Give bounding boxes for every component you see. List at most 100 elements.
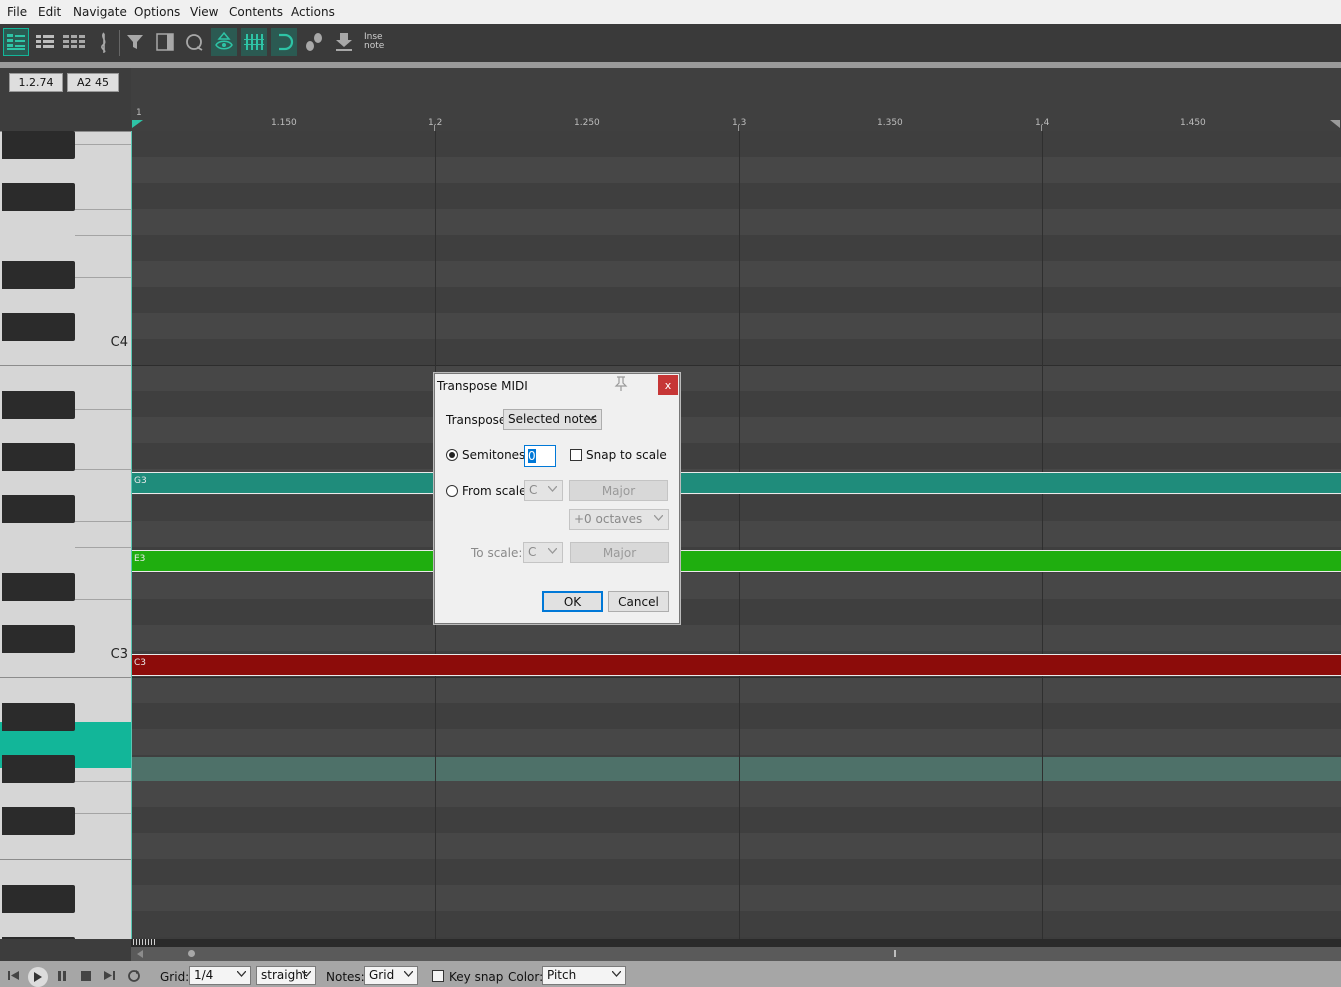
transpose-target-select[interactable]: Selected notes [503, 409, 602, 430]
black-key[interactable] [2, 261, 75, 289]
chevron-down-icon [548, 548, 557, 554]
repeat-icon[interactable] [127, 969, 141, 983]
piano-roll-grid[interactable]: G3 E3 C3 [131, 131, 1341, 939]
scroll-position-marker [894, 950, 896, 957]
black-key[interactable] [2, 131, 75, 159]
pin-icon[interactable] [614, 376, 628, 392]
stop-icon[interactable] [81, 971, 91, 981]
insert-note-label[interactable]: Inse note [364, 33, 384, 51]
grid-division-select[interactable]: 1/4 [189, 966, 251, 985]
snap-icon[interactable] [271, 28, 297, 56]
menu-contents[interactable]: Contents [229, 5, 283, 19]
menu-options[interactable]: Options [134, 5, 180, 19]
snap-to-scale-label[interactable]: Snap to scale [586, 448, 667, 462]
time-position-display[interactable]: 1.2.74 [9, 73, 63, 92]
horizontal-scrollbar[interactable] [131, 947, 1341, 961]
pitch-lane [132, 183, 1341, 209]
black-key[interactable] [2, 443, 75, 471]
piano-keyboard[interactable]: C4 C3 [0, 131, 131, 939]
key-divider [75, 209, 131, 210]
step-input-icon[interactable] [301, 28, 327, 56]
pause-icon[interactable] [57, 971, 67, 981]
snap-to-scale-checkbox[interactable] [570, 449, 582, 461]
resize-grip-icon[interactable] [133, 939, 155, 945]
menu-actions[interactable]: Actions [291, 5, 335, 19]
semitones-radio[interactable] [446, 449, 458, 461]
black-key[interactable] [2, 625, 75, 653]
close-button[interactable]: x [658, 375, 678, 395]
play-button[interactable] [28, 967, 48, 987]
notation-view-icon[interactable] [91, 28, 117, 56]
skip-to-start-icon[interactable] [8, 970, 20, 981]
key-snap-checkbox[interactable] [432, 970, 444, 982]
insert-note-icon[interactable] [331, 28, 357, 56]
pitch-lane [132, 209, 1341, 235]
grid-icon[interactable] [241, 28, 267, 56]
event-list-view-icon[interactable] [61, 28, 87, 56]
grid-type-select[interactable]: straight [256, 966, 316, 985]
midi-note-g3[interactable]: G3 [132, 472, 1341, 494]
midi-note-e3[interactable]: E3 [132, 550, 1341, 572]
menu-edit[interactable]: Edit [38, 5, 61, 19]
chase-events-icon[interactable] [211, 28, 237, 56]
pitch-lane [132, 599, 1341, 625]
note-color-select[interactable]: Pitch [542, 966, 626, 985]
to-key-select[interactable]: C [523, 542, 563, 563]
bottom-toolbar: Grid: 1/4 straight Notes: Grid Key snap … [0, 961, 1341, 987]
semitones-label[interactable]: Semitones: [462, 448, 529, 462]
menu-view[interactable]: View [190, 5, 218, 19]
black-key[interactable] [2, 391, 75, 419]
from-key-select[interactable]: C [524, 480, 563, 501]
grid-label: Grid: [160, 970, 190, 984]
timeline-ruler[interactable]: 1 1.150 1.2 1.250 1.3 1.350 1.4 1.450 [131, 68, 1341, 132]
octave-divider [132, 365, 1341, 366]
to-mode-button[interactable]: Major [570, 542, 669, 563]
from-mode-button[interactable]: Major [569, 480, 668, 501]
chevron-down-icon [404, 971, 413, 977]
pitch-lane [132, 859, 1341, 885]
black-key[interactable] [2, 573, 75, 601]
key-snap-label[interactable]: Key snap [449, 970, 503, 984]
octave-divider [0, 859, 131, 860]
pitch-lane [132, 833, 1341, 859]
cc-lane-divider[interactable] [131, 939, 1341, 947]
semitones-input[interactable]: 0 [524, 445, 556, 467]
scroll-thumb-icon[interactable] [187, 949, 196, 958]
note-label: C3 [134, 658, 147, 668]
scroll-left-icon[interactable] [136, 950, 144, 958]
loop-start-marker-icon[interactable] [132, 120, 144, 129]
black-key[interactable] [2, 755, 75, 783]
notes-snap-select[interactable]: Grid [364, 966, 418, 985]
cancel-button[interactable]: Cancel [608, 591, 669, 612]
black-key[interactable] [2, 703, 75, 731]
track-list-icon[interactable] [152, 28, 178, 56]
ruler-label: 1.150 [271, 118, 297, 128]
black-key[interactable] [2, 495, 75, 523]
octaves-select[interactable]: +0 octaves [569, 509, 669, 530]
from-scale-label[interactable]: From scale: [462, 484, 531, 498]
skip-to-end-icon[interactable] [104, 970, 116, 981]
piano-roll-view-icon[interactable] [3, 28, 29, 56]
filter-icon[interactable] [122, 28, 148, 56]
ruler-label: 1.250 [574, 118, 600, 128]
midi-note-c3[interactable]: C3 [132, 654, 1341, 676]
key-label-c4: C4 [110, 335, 128, 350]
ok-button[interactable]: OK [542, 591, 603, 612]
black-key[interactable] [2, 183, 75, 211]
from-key-value: C [529, 483, 538, 497]
loop-icon[interactable] [181, 28, 207, 56]
black-key[interactable] [2, 807, 75, 835]
pitch-lane [132, 729, 1341, 755]
from-scale-radio[interactable] [446, 485, 458, 497]
black-key[interactable] [2, 313, 75, 341]
menu-navigate[interactable]: Navigate [73, 5, 127, 19]
loop-end-marker-icon[interactable] [1330, 120, 1340, 129]
black-key[interactable] [2, 885, 75, 913]
black-key[interactable] [2, 937, 75, 939]
named-notes-view-icon[interactable] [32, 28, 58, 56]
note-position-display[interactable]: A2 45 [67, 73, 119, 92]
menu-file[interactable]: File [7, 5, 27, 19]
chevron-down-icon [612, 971, 621, 977]
notes-label: Notes: [326, 970, 365, 984]
note-label: E3 [134, 554, 146, 564]
